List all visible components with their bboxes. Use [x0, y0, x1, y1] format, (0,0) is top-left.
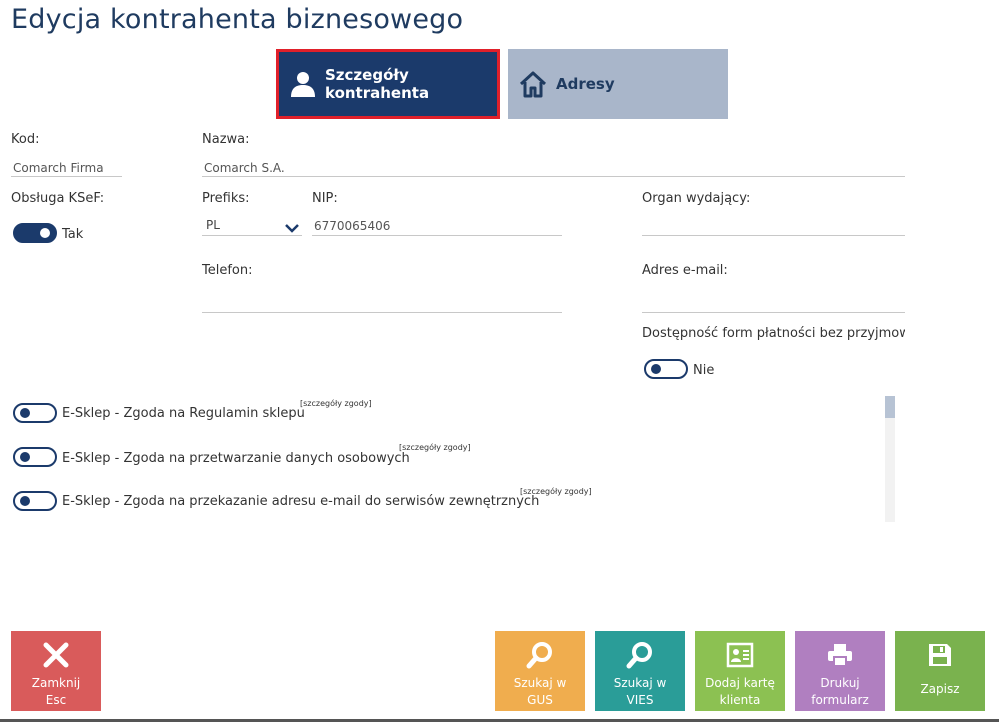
prefiks-value: PL: [206, 218, 220, 232]
email-underline: [642, 312, 905, 313]
scrollbar-thumb[interactable]: [885, 396, 895, 418]
save-label: Zapisz: [920, 682, 960, 696]
tab-details-label: Szczegóły kontrahenta: [325, 66, 430, 102]
kod-label: Kod:: [11, 132, 40, 147]
telefon-label: Telefon:: [202, 263, 253, 278]
nazwa-field[interactable]: Comarch S.A.: [204, 161, 285, 175]
payment-forms-state: Nie: [693, 363, 715, 378]
search-gus-button[interactable]: Szukaj w GUS: [495, 631, 585, 711]
consent-text-regulamin: E-Sklep - Zgoda na Regulamin sklepu: [62, 406, 305, 421]
user-icon: [289, 69, 317, 99]
nazwa-underline: [202, 176, 905, 177]
ksef-state: Tak: [62, 227, 84, 242]
nazwa-label: Nazwa:: [202, 132, 250, 147]
payment-forms-toggle[interactable]: [644, 359, 688, 379]
nip-label: NIP:: [312, 191, 338, 206]
search-icon: [626, 641, 654, 669]
print-form-button[interactable]: Drukuj formularz: [795, 631, 885, 711]
close-label: Zamknij: [31, 676, 81, 690]
kod-underline: [11, 176, 122, 177]
nip-field[interactable]: 6770065406: [314, 219, 390, 233]
consent-toggle-email[interactable]: [13, 491, 57, 511]
add-client-card-label: Dodaj kartę: [705, 676, 775, 690]
prefiks-label: Prefiks:: [202, 191, 250, 206]
home-icon: [518, 69, 548, 99]
close-shortcut: Esc: [45, 693, 67, 707]
tab-addresses-label: Adresy: [556, 75, 615, 93]
tab-addresses[interactable]: Adresy: [508, 49, 728, 119]
email-label: Adres e-mail:: [642, 263, 728, 278]
consent-text-email: E-Sklep - Zgoda na przekazanie adresu e-…: [62, 494, 540, 509]
search-icon: [526, 641, 554, 669]
consent-details-link[interactable]: [szczegóły zgody]: [399, 443, 471, 452]
add-client-card-label-2: klienta: [719, 693, 761, 707]
close-icon: [42, 641, 70, 669]
search-gus-label-2: GUS: [527, 693, 553, 707]
chevron-down-icon: [284, 219, 300, 233]
ksef-label: Obsługa KSeF:: [11, 191, 105, 206]
nip-underline: [312, 235, 562, 236]
search-vies-label-2: VIES: [626, 693, 654, 707]
close-button[interactable]: Zamknij Esc: [11, 631, 101, 711]
kod-field[interactable]: Comarch Firma: [13, 161, 104, 175]
payment-forms-label: Dostępność form płatności bez przyjmowa: [642, 326, 905, 341]
search-vies-label: Szukaj w: [613, 676, 667, 690]
telefon-underline: [202, 312, 562, 313]
consent-toggle-dane[interactable]: [13, 447, 57, 467]
ksef-toggle[interactable]: [13, 223, 57, 243]
consent-details-link[interactable]: [szczegóły zgody]: [520, 487, 592, 496]
prefiks-select[interactable]: PL: [202, 214, 302, 236]
tab-details[interactable]: Szczegóły kontrahenta: [276, 49, 500, 119]
printer-icon: [826, 641, 854, 669]
search-vies-button[interactable]: Szukaj w VIES: [595, 631, 685, 711]
organ-label: Organ wydający:: [642, 191, 751, 206]
page-title: Edycja kontrahenta biznesowego: [11, 4, 464, 35]
consent-details-link[interactable]: [szczegóły zgody]: [300, 399, 372, 408]
consent-text-dane: E-Sklep - Zgoda na przetwarzanie danych …: [62, 451, 410, 466]
add-client-card-button[interactable]: Dodaj kartę klienta: [695, 631, 785, 711]
organ-underline: [642, 235, 905, 236]
print-form-label: Drukuj: [820, 676, 860, 690]
floppy-disk-icon: [926, 641, 954, 669]
print-form-label-2: formularz: [811, 693, 869, 707]
save-button[interactable]: Zapisz: [895, 631, 985, 711]
search-gus-label: Szukaj w: [513, 676, 567, 690]
consent-toggle-regulamin[interactable]: [13, 403, 57, 423]
id-card-icon: [726, 641, 754, 669]
